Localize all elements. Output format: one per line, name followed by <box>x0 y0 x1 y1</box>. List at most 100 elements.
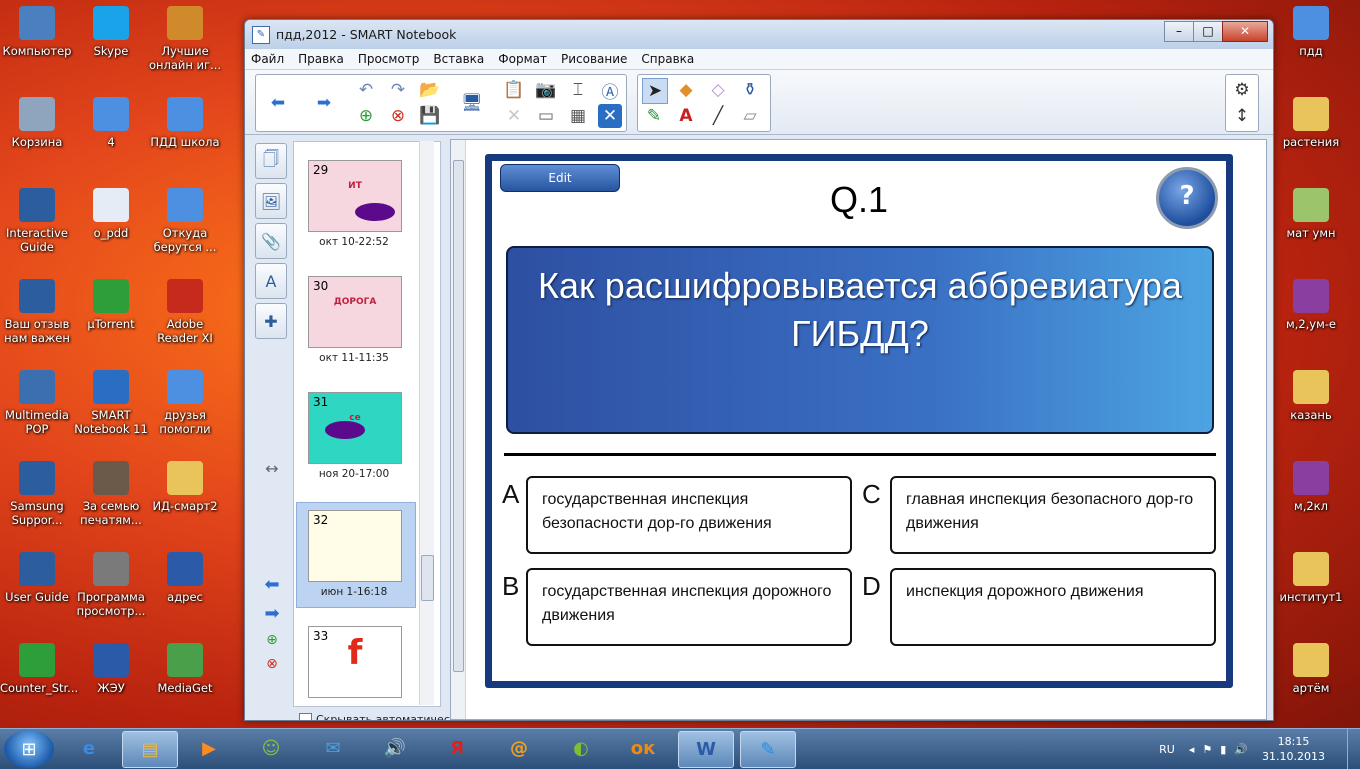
table-icon[interactable]: ▦ <box>566 104 590 128</box>
canvas-scrollbar[interactable] <box>451 140 466 719</box>
desktop-icon[interactable]: User Guide <box>0 552 74 604</box>
text-tool-icon[interactable]: A <box>674 104 698 128</box>
desktop-icon[interactable]: Компьютер <box>0 6 74 58</box>
close-x-tool-icon[interactable]: ✕ <box>598 104 622 128</box>
sorter-delete-page-icon[interactable]: ⊗ <box>253 656 291 672</box>
desktop-icon[interactable]: Skype <box>74 6 148 58</box>
desktop-icon[interactable]: пдд <box>1274 6 1348 58</box>
desktop-icon[interactable]: друзья помогли <box>148 370 222 436</box>
screen-capture-icon[interactable]: 📷 <box>534 78 558 102</box>
sorter-scrollbar[interactable] <box>419 141 434 705</box>
desktop-icon[interactable]: Interactive Guide <box>0 188 74 254</box>
desktop-icon[interactable]: Counter_Str... <box>0 643 78 695</box>
canvas-scroll-thumb[interactable] <box>453 160 464 672</box>
desktop-icon[interactable]: Лучшие онлайн иг... <box>148 6 222 72</box>
page-thumbnail[interactable]: 29 ИТ <box>308 160 402 232</box>
addons-tab-icon[interactable]: ✚ <box>255 303 287 339</box>
previous-page-icon[interactable]: ⬅ <box>266 91 290 115</box>
taskbar-explorer-button[interactable]: ▤ <box>122 731 178 768</box>
taskbar-media-player-button[interactable]: ▶ <box>182 731 236 766</box>
next-page-icon[interactable]: ➡ <box>312 91 336 115</box>
menu-format[interactable]: Формат <box>498 52 547 66</box>
title-bar[interactable]: ✎ пдд,2012 - SMART Notebook – □ ✕ <box>245 20 1273 49</box>
menu-insert[interactable]: Вставка <box>433 52 484 66</box>
page-thumbnail[interactable]: 32 <box>308 510 402 582</box>
properties-tab-icon[interactable]: A <box>255 263 287 299</box>
taskbar-word-button[interactable]: W <box>678 731 734 768</box>
taskbar-mail-button[interactable]: ✉ <box>306 731 360 766</box>
taskbar-ie-button[interactable]: e <box>62 731 116 766</box>
close-button[interactable]: ✕ <box>1222 21 1268 42</box>
desktop-icon[interactable]: адрес <box>148 552 222 604</box>
delete-icon[interactable]: ✕ <box>502 104 526 128</box>
taskbar-mail-ru-button[interactable]: @ <box>492 731 546 766</box>
save-icon[interactable]: 💾 <box>418 104 442 128</box>
gallery-tab-icon[interactable]: 🖼 <box>255 183 287 219</box>
settings-gear-icon[interactable]: ⚙ <box>1230 78 1254 102</box>
select-tool-icon[interactable]: ➤ <box>642 78 668 104</box>
desktop-icon[interactable]: Ваш отзыв нам важен <box>0 279 74 345</box>
desktop-icon[interactable]: институт1 <box>1274 552 1348 604</box>
desktop-icon[interactable]: Multimedia POP <box>0 370 74 436</box>
page-thumbnail[interactable]: 30 ДОРОГА <box>308 276 402 348</box>
add-page-icon[interactable]: ⊕ <box>354 104 378 128</box>
minimize-button[interactable]: – <box>1164 21 1194 42</box>
page-thumbnail[interactable]: 33 f <box>308 626 402 698</box>
desktop-icon[interactable]: µTorrent <box>74 279 148 331</box>
taskbar-yandex-button[interactable]: Я <box>430 731 484 766</box>
tray-arrow-icon[interactable]: ◂ <box>1189 743 1195 756</box>
clock[interactable]: 18:15 31.10.2013 <box>1262 734 1325 764</box>
taskbar-smart-notebook-button[interactable]: ✎ <box>740 731 796 768</box>
screen-shade-icon[interactable]: ⌶ <box>566 78 590 102</box>
desktop-icon[interactable]: Samsung Suppor... <box>0 461 74 527</box>
menu-edit[interactable]: Правка <box>298 52 344 66</box>
language-indicator[interactable]: RU <box>1159 743 1175 756</box>
page-canvas[interactable]: Edit Q.1 ? Как расшифровывается аббревиа… <box>450 139 1267 720</box>
desktop-icon[interactable]: растения <box>1274 97 1348 149</box>
desktop-icon[interactable]: казань <box>1274 370 1348 422</box>
resize-sidebar-icon[interactable]: ↔ <box>253 459 291 478</box>
desktop-icon[interactable]: м,2,ум-е <box>1274 279 1348 331</box>
fill-tool-icon[interactable]: ⚱ <box>738 78 762 102</box>
page-sorter-tab-icon[interactable]: 🗍 <box>255 143 287 179</box>
screen-shade-toggle-icon[interactable]: ▭ <box>534 104 558 128</box>
undo-icon[interactable]: ↶ <box>354 78 378 102</box>
taskbar-volume-app-button[interactable]: 🔊 <box>368 731 422 766</box>
pens-tool-icon[interactable]: ✎ <box>642 104 666 128</box>
answer-d-box[interactable]: инспекция дорожного движения <box>890 568 1216 646</box>
menu-help[interactable]: Справка <box>641 52 694 66</box>
page-thumbnail[interactable]: 31 се <box>308 392 402 464</box>
menu-view[interactable]: Просмотр <box>358 52 420 66</box>
volume-icon[interactable]: 🔊 <box>1234 743 1248 756</box>
sorter-scroll-thumb[interactable] <box>421 555 434 601</box>
desktop-icon[interactable]: За семью печатям... <box>74 461 148 527</box>
shapes-tool-icon[interactable]: ◆ <box>674 78 698 102</box>
auto-hide-checkbox[interactable] <box>299 713 312 720</box>
desktop-icon[interactable]: o_pdd <box>74 188 148 240</box>
desktop-icon[interactable]: Корзина <box>0 97 74 149</box>
eraser-pen-icon[interactable]: ◇ <box>706 78 730 102</box>
move-toolbar-icon[interactable]: ↕ <box>1230 104 1254 128</box>
network-icon[interactable]: ▮ <box>1220 743 1226 756</box>
desktop-icon[interactable]: Adobe Reader XI <box>148 279 222 345</box>
paste-icon[interactable]: 📋 <box>502 78 526 102</box>
desktop-icon[interactable]: мат умн <box>1274 188 1348 240</box>
desktop-icon[interactable]: Программа просмотр... <box>74 552 148 618</box>
menu-draw[interactable]: Рисование <box>561 52 627 66</box>
flag-icon[interactable]: ⚑ <box>1202 743 1212 756</box>
delete-page-icon[interactable]: ⊗ <box>386 104 410 128</box>
desktop-icon[interactable]: ЖЭУ <box>74 643 148 695</box>
desktop-icon[interactable]: MediaGet <box>148 643 222 695</box>
sorter-prev-icon[interactable]: ⬅ <box>253 574 291 595</box>
taskbar-amigo-button[interactable]: ◐ <box>554 731 608 766</box>
desktop-icon[interactable]: ИД-смарт2 <box>148 461 222 513</box>
answer-a-box[interactable]: государственная инспекция безопасности д… <box>526 476 852 554</box>
start-button[interactable]: ⊞ <box>4 730 54 768</box>
open-file-icon[interactable]: 📂 <box>418 78 442 102</box>
desktop-icon[interactable]: SMART Notebook 11 <box>74 370 148 436</box>
answer-b-box[interactable]: государственная инспекция дорожного движ… <box>526 568 852 646</box>
sorter-add-page-icon[interactable]: ⊕ <box>253 632 291 648</box>
taskbar-messenger-button[interactable]: ☺ <box>244 731 298 766</box>
desktop-icon[interactable]: артём <box>1274 643 1348 695</box>
redo-icon[interactable]: ↷ <box>386 78 410 102</box>
